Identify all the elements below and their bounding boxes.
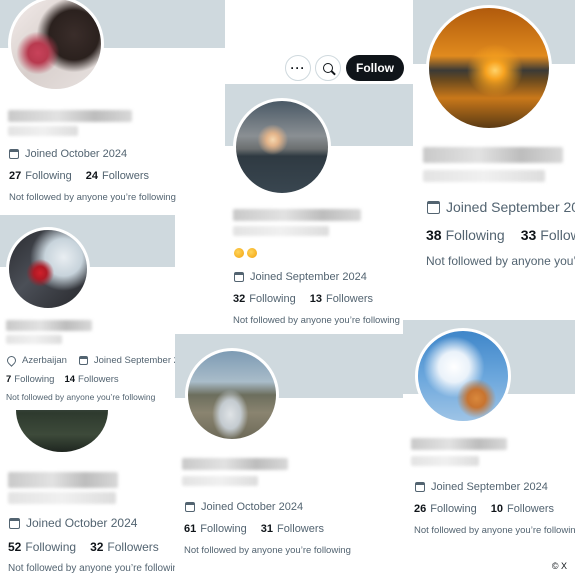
followers-label[interactable]: Followers [507, 503, 554, 515]
mutuals-note: Not followed by anyone you’re following [233, 315, 400, 326]
followers-label[interactable]: Followers [102, 170, 149, 182]
handle-redacted [8, 492, 116, 504]
following-label[interactable]: Following [249, 293, 295, 305]
profile-meta: Azerbaijan Joined September 2024 [5, 354, 175, 367]
following-label[interactable]: Following [446, 227, 505, 243]
following-count[interactable]: 38 [426, 227, 442, 243]
profile-card-a: Joined October 2024 27 Following 24 Foll… [0, 0, 225, 215]
following-label[interactable]: Following [430, 503, 476, 515]
followers-count[interactable]: 13 [310, 293, 322, 305]
following-label[interactable]: Following [14, 374, 54, 385]
mutuals-note: Not followed by anyone you’re following [8, 563, 180, 574]
followers-label[interactable]: Followers [540, 227, 575, 243]
mutuals-note: Not followed by anyone you’re following [414, 525, 575, 536]
more-button[interactable]: ··· [285, 55, 311, 81]
profile-card-g: Joined September 2024 26 Following 10 Fo… [403, 320, 575, 550]
star-icon [234, 248, 244, 258]
following-count[interactable]: 7 [6, 374, 11, 385]
avatar[interactable] [185, 348, 279, 442]
avatar[interactable] [8, 0, 104, 92]
following-count[interactable]: 27 [9, 170, 21, 182]
calendar-icon [9, 149, 19, 159]
followers-count[interactable]: 32 [90, 540, 103, 554]
profile-card-b: ··· Follow Joined September 2024 32 Foll… [225, 42, 413, 334]
followers-count[interactable]: 24 [86, 170, 98, 182]
following-label[interactable]: Following [200, 523, 246, 535]
following-label[interactable]: Following [25, 540, 76, 554]
followers-label[interactable]: Followers [78, 374, 119, 385]
followers-count[interactable]: 10 [491, 503, 503, 515]
join-date: Joined September 2024 [427, 199, 575, 215]
handle-redacted [411, 456, 479, 466]
follow-counts: 7 Following 14 Followers [6, 374, 119, 385]
source-watermark: © X [549, 561, 569, 571]
calendar-icon [185, 502, 195, 512]
display-name-redacted [8, 472, 118, 488]
following-count[interactable]: 52 [8, 540, 21, 554]
display-name-redacted [411, 438, 507, 450]
search-button[interactable] [315, 55, 341, 81]
follow-counts: 52 Following 32 Followers [8, 540, 159, 554]
display-name-redacted [233, 209, 361, 221]
join-date: Joined September 2024 [93, 355, 175, 366]
followers-label[interactable]: Followers [326, 293, 373, 305]
mutuals-note: Not followed by anyone you’re following [9, 192, 176, 203]
avatar[interactable] [233, 98, 331, 196]
follow-counts: 27 Following 24 Followers [9, 170, 149, 182]
profile-card-f: Joined October 2024 61 Following 31 Foll… [175, 334, 403, 575]
following-label[interactable]: Following [25, 170, 71, 182]
mutuals-note: Not followed by anyone you’re following [6, 392, 156, 402]
followers-count[interactable]: 14 [64, 374, 75, 385]
handle-redacted [423, 170, 545, 182]
display-name-redacted [423, 147, 563, 163]
calendar-icon [415, 482, 425, 492]
follow-button[interactable]: Follow [346, 55, 404, 81]
join-date: Joined October 2024 [9, 516, 137, 530]
following-count[interactable]: 61 [184, 523, 196, 535]
display-name-redacted [182, 458, 288, 470]
followers-label[interactable]: Followers [277, 523, 324, 535]
mutuals-note: Not followed by anyone you’re following [184, 545, 351, 556]
calendar-icon [78, 356, 88, 365]
follow-counts: 26 Following 10 Followers [414, 503, 554, 515]
join-date: Joined October 2024 [9, 148, 127, 160]
display-name-redacted [8, 110, 132, 122]
avatar[interactable] [426, 5, 552, 131]
avatar[interactable] [13, 410, 111, 455]
profile-card-c: Joined September 2024 38 Following 33 Fo… [413, 0, 575, 282]
join-date: Joined September 2024 [234, 271, 367, 283]
followers-count[interactable]: 31 [261, 523, 273, 535]
mutuals-note: Not followed by anyone you’re following [426, 254, 575, 268]
handle-redacted [8, 126, 78, 136]
star-icon [247, 248, 257, 258]
join-date: Joined October 2024 [185, 501, 303, 513]
following-count[interactable]: 26 [414, 503, 426, 515]
avatar[interactable] [415, 328, 511, 424]
follow-counts: 32 Following 13 Followers [233, 293, 373, 305]
calendar-icon [9, 517, 20, 529]
following-count[interactable]: 32 [233, 293, 245, 305]
followers-count[interactable]: 33 [521, 227, 537, 243]
profile-card-d: Azerbaijan Joined September 2024 7 Follo… [0, 215, 175, 410]
search-icon [323, 63, 336, 76]
join-date: Joined September 2024 [415, 481, 548, 493]
profile-card-e: Joined October 2024 52 Following 32 Foll… [0, 410, 180, 575]
location-text: Azerbaijan [22, 355, 67, 366]
location-icon [5, 354, 18, 367]
handle-redacted [182, 476, 258, 486]
calendar-icon [234, 272, 244, 282]
more-horizontal-icon: ··· [290, 61, 306, 75]
avatar[interactable] [6, 227, 90, 311]
badges [234, 248, 260, 258]
follow-counts: 38 Following 33 Followers [426, 227, 575, 243]
handle-redacted [233, 226, 329, 236]
handle-redacted [6, 335, 62, 344]
followers-label[interactable]: Followers [107, 540, 158, 554]
display-name-redacted [6, 320, 92, 331]
calendar-icon [427, 200, 440, 214]
follow-counts: 61 Following 31 Followers [184, 523, 324, 535]
